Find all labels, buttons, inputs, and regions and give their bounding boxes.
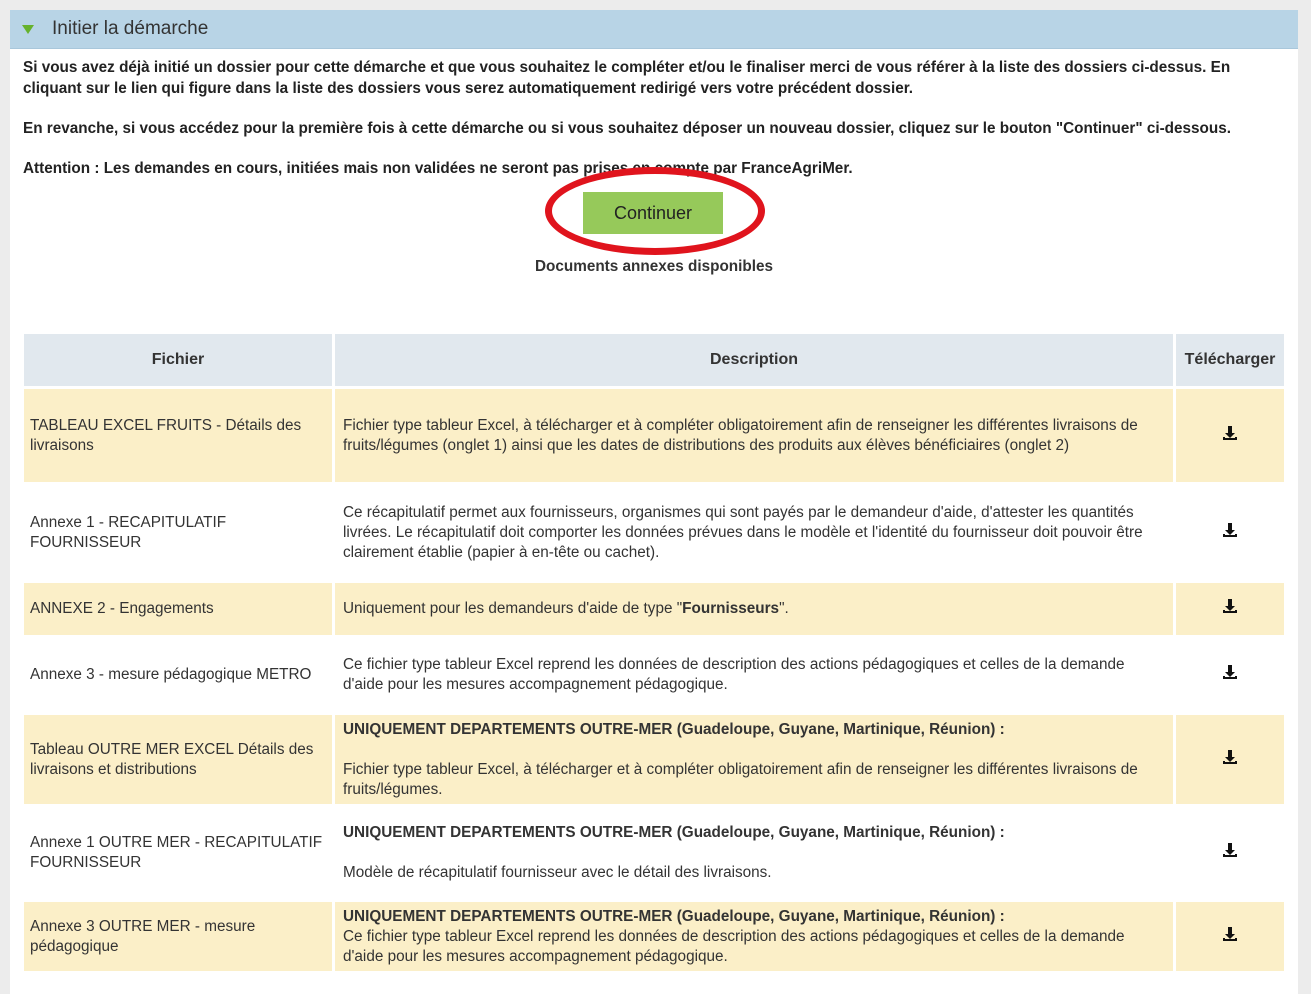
file-name: Annexe 1 OUTRE MER - RECAPITULATIF FOURN… [24, 807, 335, 902]
download-cell[interactable] [1176, 715, 1284, 807]
file-name: ANNEXE 2 - Engagements [24, 583, 335, 638]
table-row: Annexe 1 - RECAPITULATIF FOURNISSEUR Ce … [24, 485, 1284, 583]
file-description: Uniquement pour les demandeurs d'aide de… [335, 583, 1176, 638]
table-row: Annexe 3 OUTRE MER - mesure pédagogique … [24, 902, 1284, 974]
description-prefix: Uniquement pour les demandeurs d'aide de… [343, 600, 683, 617]
download-cell[interactable] [1176, 485, 1284, 583]
column-header-description: Description [335, 334, 1176, 389]
file-description: Ce fichier type tableur Excel reprend le… [335, 638, 1176, 715]
description-suffix: ". [779, 600, 789, 617]
download-cell[interactable] [1176, 807, 1284, 902]
download-cell[interactable] [1176, 389, 1284, 485]
continue-area: Continuer [10, 167, 1298, 255]
download-cell[interactable] [1176, 902, 1284, 974]
file-description: UNIQUEMENT DEPARTEMENTS OUTRE-MER (Guade… [335, 902, 1176, 974]
red-highlight-circle [545, 167, 765, 255]
file-description: Ce récapitulatif permet aux fournisseurs… [335, 485, 1176, 583]
table-row: Annexe 3 - mesure pédagogique METRO Ce f… [24, 638, 1284, 715]
intro-text: Si vous avez déjà initié un dossier pour… [10, 49, 1298, 179]
file-name: Tableau OUTRE MER EXCEL Détails des livr… [24, 715, 335, 807]
intro-paragraph-2: En revanche, si vous accédez pour la pre… [23, 120, 1231, 137]
download-icon[interactable] [1221, 424, 1239, 442]
table-row: ANNEXE 2 - Engagements Uniquement pour l… [24, 583, 1284, 638]
file-name: Annexe 3 OUTRE MER - mesure pédagogique [24, 902, 335, 974]
description-notice: UNIQUEMENT DEPARTEMENTS OUTRE-MER (Guade… [343, 824, 1005, 841]
file-description: Fichier type tableur Excel, à télécharge… [335, 389, 1176, 485]
download-icon[interactable] [1221, 841, 1239, 859]
initiate-panel: Initier la démarche Si vous avez déjà in… [10, 10, 1298, 994]
panel-header[interactable]: Initier la démarche [10, 10, 1298, 49]
file-description: UNIQUEMENT DEPARTEMENTS OUTRE-MER (Guade… [335, 807, 1176, 902]
file-name: Annexe 1 - RECAPITULATIF FOURNISSEUR [24, 485, 335, 583]
table-row: Tableau OUTRE MER EXCEL Détails des livr… [24, 715, 1284, 807]
download-cell[interactable] [1176, 583, 1284, 638]
table-row: Annexe 1 OUTRE MER - RECAPITULATIF FOURN… [24, 807, 1284, 902]
description-text: Ce fichier type tableur Excel reprend le… [343, 927, 1125, 965]
documents-table: Fichier Description Télécharger TABLEAU … [24, 334, 1284, 974]
download-icon[interactable] [1221, 521, 1239, 539]
download-icon[interactable] [1221, 748, 1239, 766]
table-header-row: Fichier Description Télécharger [24, 334, 1284, 389]
file-name: TABLEAU EXCEL FRUITS - Détails des livra… [24, 389, 335, 485]
documents-title: Documents annexes disponibles [534, 258, 773, 275]
table-row: TABLEAU EXCEL FRUITS - Détails des livra… [24, 389, 1284, 485]
download-icon[interactable] [1221, 597, 1239, 615]
panel-title: Initier la démarche [52, 18, 209, 39]
triangle-down-icon[interactable] [22, 24, 34, 34]
column-header-file: Fichier [24, 334, 335, 389]
download-icon[interactable] [1221, 663, 1239, 681]
description-strong: Fournisseurs [682, 600, 780, 617]
column-header-download: Télécharger [1176, 334, 1284, 389]
download-icon[interactable] [1221, 925, 1239, 943]
description-notice: UNIQUEMENT DEPARTEMENTS OUTRE-MER (Guade… [343, 907, 1005, 925]
description-text: Fichier type tableur Excel, à télécharge… [343, 760, 1138, 798]
intro-paragraph-1: Si vous avez déjà initié un dossier pour… [23, 59, 1231, 97]
description-text: Modèle de récapitulatif fournisseur avec… [343, 864, 772, 881]
download-cell[interactable] [1176, 638, 1284, 715]
description-notice: UNIQUEMENT DEPARTEMENTS OUTRE-MER (Guade… [343, 720, 1005, 738]
file-name: Annexe 3 - mesure pédagogique METRO [24, 638, 335, 715]
file-description: UNIQUEMENT DEPARTEMENTS OUTRE-MER (Guade… [335, 715, 1176, 807]
